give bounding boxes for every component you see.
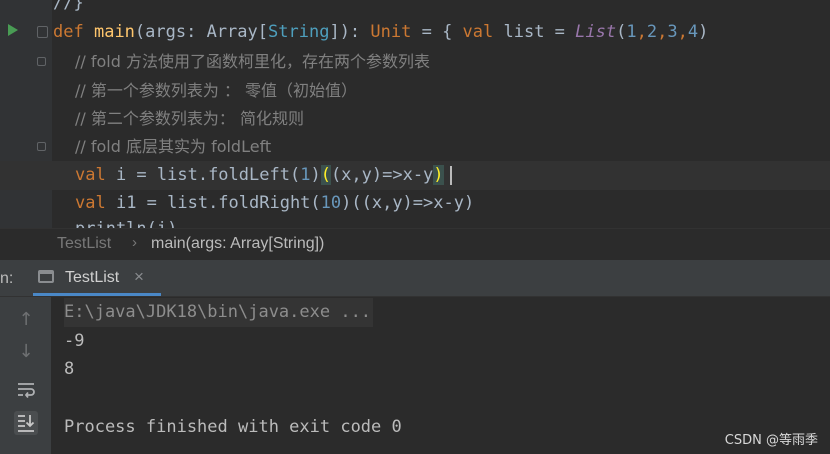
keyword-val: val <box>75 165 106 185</box>
text-caret <box>449 165 452 185</box>
fold-icon[interactable] <box>37 57 46 66</box>
code-line-comment-2[interactable]: // 第一个参数列表为 ： 零值（初始值） <box>0 76 830 105</box>
console-exit-message: Process finished with exit code 0 <box>64 417 402 437</box>
code-text: ) <box>310 165 321 185</box>
run-side-toolbar: ↑ ↓ <box>0 297 51 454</box>
comma: , <box>636 22 647 42</box>
code-text: list = <box>493 22 576 42</box>
breadcrumb: TestList › main(args: Array[String]) <box>0 228 830 260</box>
code-text: println(i) <box>75 215 177 228</box>
run-gutter-icon[interactable] <box>8 24 18 36</box>
code-line-partial-bottom[interactable]: println(i) <box>0 215 830 228</box>
code-text: ) <box>698 22 709 42</box>
console-icon <box>38 270 54 283</box>
fold-icon[interactable] <box>37 26 48 38</box>
arrow-down-icon[interactable]: ↓ <box>14 340 38 364</box>
code-editor[interactable]: //} def main(args: Array[String]): Unit … <box>0 0 830 228</box>
matched-paren-close: ) <box>433 165 444 185</box>
tab-testlist[interactable]: TestList × <box>33 260 161 296</box>
code-line-comment-1[interactable]: // fold 方法使用了函数柯里化，存在两个参数列表 <box>0 47 830 76</box>
run-tool-window: n: TestList × ↑ ↓ E:\java\JDK18\bin\java… <box>0 260 830 454</box>
console-output-line: -9 <box>64 331 85 351</box>
watermark: CSDN @等雨季 <box>724 433 818 448</box>
number-literal: 1 <box>626 22 637 42</box>
breadcrumb-method[interactable]: main(args: Array[String]) <box>151 235 324 253</box>
scroll-to-end-icon[interactable] <box>14 411 38 435</box>
comment-text: // fold 方法使用了函数柯里化，存在两个参数列表 <box>75 52 430 71</box>
code-text: (x,y)=>x-y <box>330 165 434 185</box>
console-command-line: E:\java\JDK18\bin\java.exe ... <box>64 298 374 327</box>
code-line-comment-3[interactable]: // 第二个参数列表为： 简化规则 <box>0 104 830 133</box>
comma: , <box>657 22 668 42</box>
code-text: [ <box>257 22 269 42</box>
type-array: Array <box>206 22 258 42</box>
code-line-fold-right[interactable]: val i1 = list.foldRight(10)((x,y)=>x-y) <box>0 189 830 218</box>
run-tab-bar: n: TestList × <box>0 260 830 297</box>
number-literal: 3 <box>667 22 678 42</box>
keyword-val: val <box>462 22 494 42</box>
number-literal: 4 <box>687 22 699 42</box>
code-line-comment-4[interactable]: // fold 底层其实为 foldLeft <box>0 132 830 161</box>
keyword-val: val <box>75 193 106 213</box>
comment-text: // 第二个参数列表为： 简化规则 <box>75 109 304 128</box>
tab-active-indicator <box>33 293 161 296</box>
comment-text: // fold 底层其实为 foldLeft <box>75 137 272 156</box>
type-unit: Unit <box>370 22 412 42</box>
breadcrumb-separator: › <box>132 234 137 251</box>
arrow-up-icon[interactable]: ↑ <box>14 308 38 332</box>
code-text: = { <box>411 22 463 42</box>
comment-text: // 第一个参数列表为 ： 零值（初始值） <box>75 81 358 100</box>
code-text: i1 = list.foldRight( <box>105 193 321 213</box>
fold-icon[interactable] <box>37 142 46 151</box>
soft-wrap-icon[interactable] <box>14 377 38 401</box>
comma: , <box>677 22 688 42</box>
breadcrumb-file[interactable]: TestList <box>57 235 111 253</box>
run-label: n: <box>0 270 14 287</box>
number-literal: 1 <box>300 165 311 185</box>
code-text: ] <box>329 22 340 42</box>
list-call: List <box>575 22 617 42</box>
code-text: ( <box>616 22 627 42</box>
code-text: (args: <box>134 22 207 42</box>
console-output-line: 8 <box>64 359 75 379</box>
code-text: ): <box>339 22 371 42</box>
number-literal: 2 <box>646 22 658 42</box>
code-text: )((x,y)=>x-y) <box>341 193 475 213</box>
soft-wrap-glyph <box>18 383 35 399</box>
close-icon[interactable]: × <box>134 267 144 287</box>
keyword-def: def <box>53 22 84 42</box>
code-line-partial-top[interactable]: //} <box>0 0 830 18</box>
code-line-main[interactable]: def main(args: Array[String]): Unit = { … <box>0 18 830 47</box>
function-name: main <box>93 22 135 42</box>
type-string: String <box>268 22 330 42</box>
tab-label: TestList <box>65 269 120 286</box>
code-text: i = list.foldLeft( <box>105 165 301 185</box>
matched-paren-open: ( <box>320 165 331 185</box>
code-line-fold-left[interactable]: val i = list.foldLeft(1)((x,y)=>x-y) <box>0 161 830 190</box>
scroll-end-glyph <box>18 415 35 432</box>
number-literal: 10 <box>320 193 342 213</box>
code-text: //} <box>53 0 84 13</box>
